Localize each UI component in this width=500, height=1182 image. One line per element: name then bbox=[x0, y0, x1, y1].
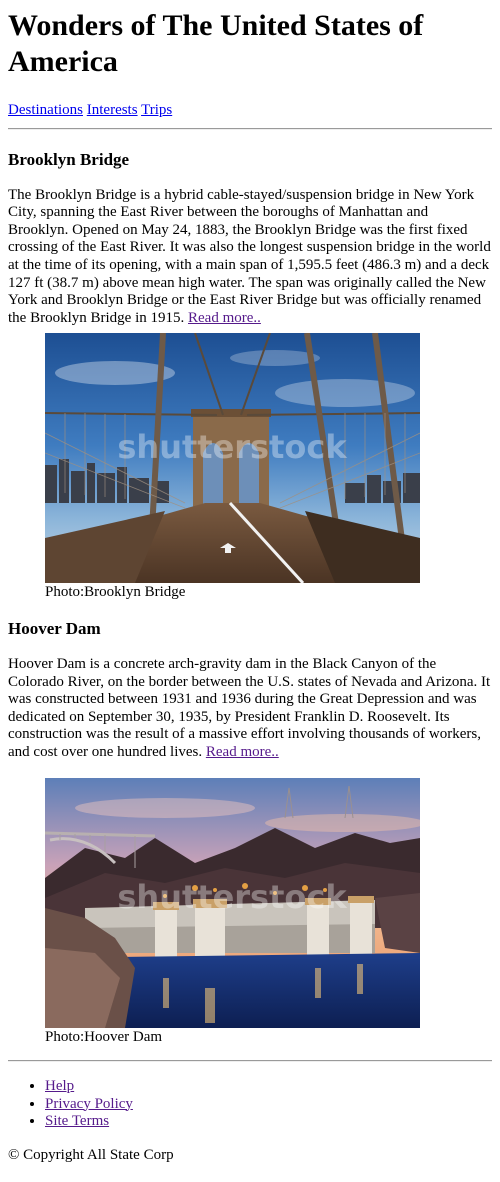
article-body: Hoover Dam is a concrete arch-gravity da… bbox=[8, 656, 492, 762]
footer-link-help[interactable]: Help bbox=[45, 1078, 74, 1094]
brooklyn-bridge-photo: shutterstock bbox=[45, 333, 420, 584]
article-heading: Hoover Dam bbox=[8, 618, 101, 638]
footer-link-site-terms[interactable]: Site Terms bbox=[45, 1113, 109, 1129]
nav-link-destinations[interactable]: Destinations bbox=[8, 102, 83, 118]
article-figure: shutterstock Photo:Hoover Dam bbox=[45, 777, 492, 1047]
list-item: Help bbox=[45, 1078, 492, 1096]
article-figure: shutterstock Photo:Brooklyn Bridge bbox=[45, 333, 492, 602]
list-item: Privacy Policy bbox=[45, 1096, 492, 1114]
header-divider bbox=[8, 127, 492, 130]
page-title: Wonders of The United States of America bbox=[8, 9, 424, 78]
footer-link-list: Help Privacy Policy Site Terms bbox=[8, 1078, 492, 1131]
footer-link-privacy-policy[interactable]: Privacy Policy bbox=[45, 1096, 133, 1112]
nav-link-trips[interactable]: Trips bbox=[141, 102, 172, 118]
read-more-link[interactable]: Read more.. bbox=[188, 310, 261, 326]
footer-divider bbox=[8, 1060, 492, 1063]
article-body: The Brooklyn Bridge is a hybrid cable-st… bbox=[8, 187, 492, 328]
article-brooklyn-bridge: Brooklyn Bridge The Brooklyn Bridge is a… bbox=[8, 150, 492, 602]
article-hoover-dam: Hoover Dam Hoover Dam is a concrete arch… bbox=[8, 619, 492, 1046]
read-more-link[interactable]: Read more.. bbox=[206, 744, 279, 760]
hoover-dam-photo: shutterstock bbox=[45, 777, 420, 1028]
article-body-text: The Brooklyn Bridge is a hybrid cable-st… bbox=[8, 186, 491, 326]
photo-caption: Photo:Hoover Dam bbox=[45, 1028, 163, 1045]
top-navigation: Destinations Interests Trips bbox=[8, 102, 492, 120]
watermark-text: shutterstock bbox=[117, 428, 347, 466]
watermark-text: shutterstock bbox=[117, 878, 347, 916]
article-heading: Brooklyn Bridge bbox=[8, 149, 130, 169]
page-footer: Help Privacy Policy Site Terms © Copyrig… bbox=[8, 1078, 492, 1164]
copyright-text: © Copyright All State Corp bbox=[8, 1146, 174, 1163]
photo-caption: Photo:Brooklyn Bridge bbox=[45, 584, 186, 601]
list-item: Site Terms bbox=[45, 1113, 492, 1131]
nav-link-interests[interactable]: Interests bbox=[87, 102, 138, 118]
